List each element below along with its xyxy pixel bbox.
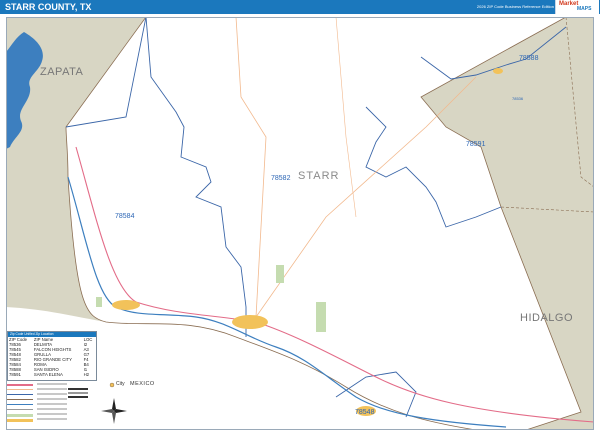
- compass-rose-icon: [101, 398, 127, 424]
- legend-row: [7, 393, 107, 397]
- zapata-county-label: ZAPATA: [40, 66, 84, 78]
- publisher-logo: Market MAPS: [555, 0, 599, 14]
- hidalgo-county-label: HIDALGO: [520, 312, 574, 324]
- zip-label-78584: 78584: [115, 213, 135, 220]
- legend-row: [7, 418, 107, 422]
- map-title: STARR COUNTY, TX: [5, 2, 92, 12]
- legend-row: [7, 398, 107, 402]
- zip-label-78536: 78536: [512, 96, 524, 101]
- legend-row: [7, 388, 107, 392]
- zip-label-78591: 78591: [466, 141, 486, 148]
- edition-label: 2026 ZIP Code Business Reference Edition: [476, 4, 554, 9]
- logo-top-text: Market: [559, 1, 579, 7]
- zip-label-78582: 78582: [271, 175, 291, 182]
- zip-label-78548: 78548: [355, 409, 375, 416]
- starr-county-label: STARR: [298, 170, 340, 182]
- legend-row: [7, 403, 107, 407]
- zip-reference-table: Zip Code Unified Zip Location ZIP Code Z…: [7, 331, 97, 381]
- city-legend-label: City: [116, 381, 125, 387]
- legend-row: [7, 408, 107, 412]
- legend-row: [7, 413, 107, 417]
- scale-bar: [68, 388, 88, 398]
- title-bar: STARR COUNTY, TX 2026 ZIP Code Business …: [0, 0, 600, 14]
- map-legend: [7, 383, 107, 425]
- logo-bottom-text: MAPS: [577, 6, 592, 12]
- table-row: 78591 SANTA ELENA H2: [9, 372, 90, 377]
- mexico-label: MEXICO: [130, 381, 155, 387]
- city-symbol-legend: City: [108, 378, 128, 392]
- zip-label-78588: 78588: [519, 55, 539, 62]
- legend-row: [7, 383, 107, 387]
